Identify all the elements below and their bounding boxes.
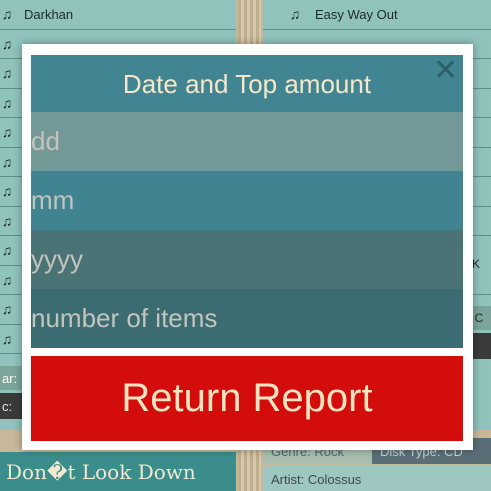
- music-note-icon: ♫: [289, 6, 301, 23]
- modal-header: Date and Top amount ✕: [31, 55, 463, 113]
- modal-title: Date and Top amount: [122, 69, 372, 99]
- music-note-icon: ♫: [1, 35, 13, 52]
- music-note-icon: ♫: [1, 6, 13, 23]
- day-input[interactable]: [31, 112, 463, 171]
- return-report-button[interactable]: Return Report: [31, 356, 463, 441]
- close-icon[interactable]: ✕: [433, 56, 458, 86]
- music-note-icon: ♫: [1, 153, 13, 170]
- music-note-icon: ♫: [1, 271, 13, 288]
- music-note-icon: ♫: [1, 242, 13, 259]
- list-item-label: Darkhan: [24, 6, 74, 22]
- list-item[interactable]: ♫ Easy Way Out: [263, 0, 491, 30]
- music-note-icon: ♫: [1, 330, 13, 347]
- music-note-icon: ♫: [1, 65, 13, 82]
- album-title: Don�t Look Down: [0, 452, 236, 491]
- list-item[interactable]: ♫ Darkhan: [0, 0, 236, 30]
- music-note-icon: ♫: [1, 301, 13, 318]
- month-input[interactable]: [31, 171, 463, 230]
- date-report-modal: Date and Top amount ✕ Return Report: [22, 44, 473, 450]
- artist-label: Artist: Colossus: [263, 466, 491, 491]
- music-note-icon: ♫: [1, 94, 13, 111]
- year-input[interactable]: [31, 230, 463, 289]
- music-note-icon: ♫: [1, 183, 13, 200]
- music-note-icon: ♫: [1, 212, 13, 229]
- item-count-input[interactable]: [31, 289, 463, 348]
- list-item-label: Easy Way Out: [315, 6, 398, 22]
- music-note-icon: ♫: [1, 124, 13, 141]
